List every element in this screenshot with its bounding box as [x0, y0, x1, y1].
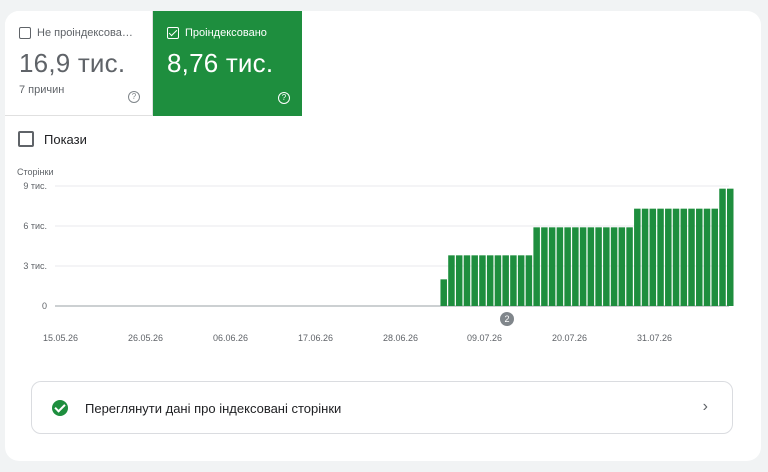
- chart-bar[interactable]: [610, 227, 618, 306]
- x-tick-label: 31.07.26: [637, 333, 672, 343]
- chart-bar[interactable]: [525, 255, 533, 306]
- chart-bar[interactable]: [649, 208, 657, 306]
- view-indexed-pages-link[interactable]: Переглянути дані про індексовані сторінк…: [31, 381, 733, 434]
- chart-bar[interactable]: [626, 227, 633, 306]
- chart-bar[interactable]: [510, 255, 517, 306]
- indexed-pages-chart: Сторінки 9 тис. 6 тис. 3 тис. 0 15.05.26 26.…: [17, 167, 734, 343]
- chart-bar[interactable]: [703, 208, 711, 306]
- chart-bar[interactable]: [657, 208, 664, 306]
- y-tick-label: 3 тис.: [23, 261, 47, 271]
- y-tick-label: 9 тис.: [23, 181, 47, 191]
- x-tick-label: 09.07.26: [467, 333, 502, 343]
- chart-bar[interactable]: [517, 255, 525, 306]
- chart-bar[interactable]: [688, 208, 695, 306]
- chart-bar[interactable]: [494, 255, 502, 306]
- index-coverage-card: Не проіндексова… 16,9 тис. 7 причин ? Пр…: [5, 11, 761, 461]
- view-indexed-pages-label: Переглянути дані про індексовані сторінк…: [85, 401, 342, 416]
- chart-bar[interactable]: [502, 255, 509, 306]
- chart-bar[interactable]: [556, 227, 564, 306]
- chart-bar[interactable]: [595, 227, 602, 306]
- chart-bar[interactable]: [572, 227, 579, 306]
- chart-bar[interactable]: [696, 208, 703, 306]
- chart-bar[interactable]: [665, 208, 672, 306]
- chevron-right-icon: ›: [702, 398, 708, 415]
- chart-bar[interactable]: [727, 188, 734, 306]
- chart-bar[interactable]: [618, 227, 626, 306]
- x-tick-label: 28.06.26: [383, 333, 418, 343]
- x-tick-label: 06.06.26: [213, 333, 248, 343]
- chart-bar[interactable]: [486, 255, 494, 306]
- chart-bar[interactable]: [548, 227, 556, 306]
- chart-bar[interactable]: [603, 227, 610, 306]
- x-tick-label: 17.06.26: [298, 333, 333, 343]
- x-tick-label: 26.05.26: [128, 333, 163, 343]
- y-tick-label: 6 тис.: [23, 221, 47, 231]
- chart-bar[interactable]: [471, 255, 478, 306]
- chart-bar[interactable]: [579, 227, 587, 306]
- chart-bar[interactable]: [672, 208, 680, 306]
- chart-bar[interactable]: [680, 208, 688, 306]
- x-tick-label: 20.07.26: [552, 333, 587, 343]
- x-tick-label: 15.05.26: [43, 333, 78, 343]
- chart-bar[interactable]: [634, 208, 641, 306]
- chart-bar[interactable]: [448, 255, 455, 306]
- chart-bar[interactable]: [719, 188, 726, 306]
- y-axis-label: Сторінки: [17, 167, 53, 177]
- chart-bar[interactable]: [641, 208, 649, 306]
- chart-bar[interactable]: [479, 255, 486, 306]
- annotation-count: 2: [504, 314, 509, 324]
- chart-bar[interactable]: [587, 227, 595, 306]
- chart-bar[interactable]: [564, 227, 571, 306]
- chart-bar[interactable]: [711, 208, 719, 306]
- check-circle-icon: [52, 400, 68, 416]
- chart-bar[interactable]: [455, 255, 463, 306]
- chart-bar[interactable]: [533, 227, 540, 306]
- chart-bar[interactable]: [440, 279, 447, 306]
- chart-bar[interactable]: [541, 227, 548, 306]
- chart-bar[interactable]: [463, 255, 471, 306]
- y-tick-label: 0: [42, 301, 47, 311]
